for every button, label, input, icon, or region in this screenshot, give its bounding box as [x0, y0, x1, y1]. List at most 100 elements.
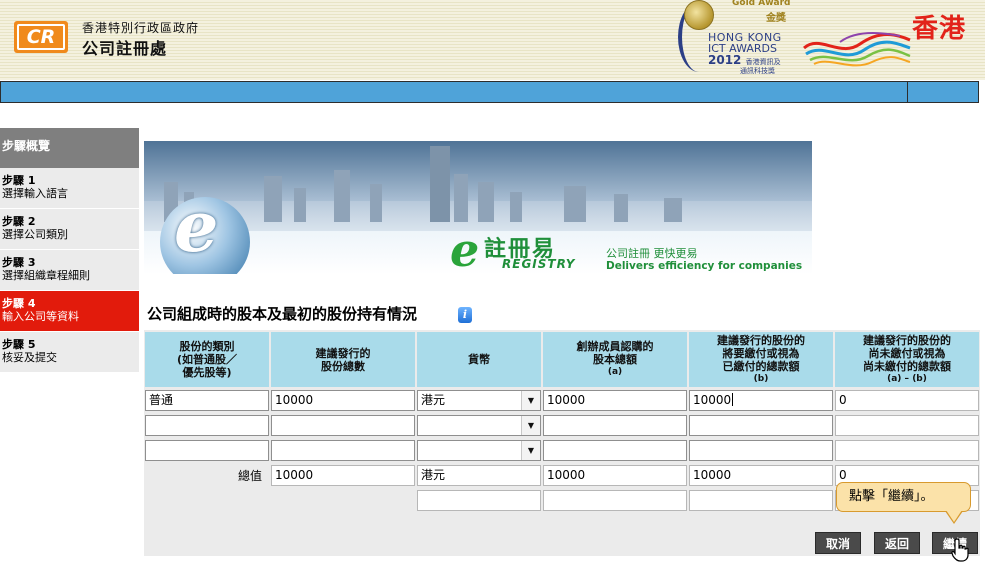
nav-bar-divider	[907, 82, 908, 102]
cr-logo: CR	[14, 21, 68, 53]
dragon-ribbon-icon	[803, 31, 911, 67]
share-class-input[interactable]	[145, 440, 269, 461]
sidebar-step-5[interactable]: 步驟 5 核妥及提交	[0, 332, 139, 373]
hint-tooltip-text: 點擊「繼續」。	[849, 489, 934, 504]
back-button[interactable]: 返回	[874, 532, 920, 554]
banner-building	[564, 186, 586, 222]
column-header-share-class: 股份的類別 (如普通股／ 優先股等)	[145, 332, 269, 387]
header-line: 尚未繳付的總款額	[863, 359, 951, 373]
banner-building	[614, 194, 628, 222]
registry-tagline-en: Delivers efficiency for companies	[606, 260, 803, 272]
extra-currency-field	[417, 490, 541, 511]
header-line: 將要繳付或視為	[722, 346, 800, 360]
header-line: 貨幣	[468, 353, 490, 366]
banner-building	[294, 188, 306, 222]
award-year: 2012	[708, 53, 742, 67]
header-line: 股本總額	[593, 353, 637, 366]
org-name-line2: 公司註冊處	[82, 39, 168, 58]
step-number: 步驟 5	[2, 338, 36, 351]
total-capital-a-sum: 10000	[543, 465, 687, 486]
header-sub: (a)	[607, 367, 623, 377]
chevron-down-icon[interactable]: ▼	[521, 391, 540, 410]
award-gold-cn: 金獎	[766, 13, 786, 24]
step-label: 選擇公司類別	[2, 228, 68, 241]
paid-amount-b-input[interactable]: 10000	[689, 390, 833, 411]
share-class-input[interactable]	[145, 415, 269, 436]
brand-hong-kong-text: 香港	[912, 14, 967, 44]
header-line: 創辦成員認購的	[576, 340, 654, 353]
header-line: 已繳付的總款額	[722, 359, 800, 373]
currency-select[interactable]: 港元 ▼	[417, 390, 541, 411]
total-shares-input[interactable]: 10000	[271, 390, 415, 411]
sidebar-step-1[interactable]: 步驟 1 選擇輸入語言	[0, 168, 139, 209]
banner-building	[334, 170, 350, 222]
step-label: 選擇輸入語言	[2, 187, 68, 200]
chevron-down-icon[interactable]: ▼	[521, 416, 540, 435]
total-capital-a-input[interactable]: 10000	[543, 390, 687, 411]
column-header-unpaid: 建議發行的股份的 尚未繳付或視為 尚未繳付的總款額 (a) – (b)	[835, 332, 979, 387]
award-year-line: 2012 香港資訊及	[708, 53, 781, 67]
step-label: 選擇組織章程細則	[2, 269, 90, 282]
registry-e-logo: e	[450, 223, 480, 274]
sidebar-step-4-active[interactable]: 步驟 4 輸入公司等資料	[0, 291, 139, 332]
header: CR 香港特別行政區政府 公司註冊處 Gold Award 金獎 HONG KO…	[0, 0, 985, 80]
info-icon[interactable]: i	[458, 307, 472, 323]
currency-select[interactable]: ▼	[417, 440, 541, 461]
award-gold-label: Gold Award	[732, 0, 791, 8]
award-year-cn: 香港資訊及	[745, 58, 781, 66]
total-shares-input[interactable]	[271, 415, 415, 436]
step-number: 步驟 3	[2, 256, 36, 269]
header-line: 優先股等)	[182, 366, 232, 379]
banner-e-letter: e	[174, 185, 219, 268]
header-sub: (a) – (b)	[887, 373, 927, 384]
total-label: 總值	[238, 469, 263, 483]
banner-building	[664, 198, 682, 222]
unpaid-amount-field	[835, 440, 979, 461]
section-title: 公司組成時的股本及最初的股份持有情況	[147, 305, 418, 323]
nav-bar	[0, 81, 979, 103]
banner-building	[370, 184, 382, 222]
extra-total-a-field	[543, 490, 687, 511]
unpaid-amount-field	[835, 415, 979, 436]
paid-amount-b-input[interactable]	[689, 440, 833, 461]
total-capital-a-input[interactable]	[543, 440, 687, 461]
total-paid-b-sum: 10000	[689, 465, 833, 486]
share-class-input[interactable]: 普通	[145, 390, 269, 411]
unpaid-amount-field: 0	[835, 390, 979, 411]
total-capital-a-input[interactable]	[543, 415, 687, 436]
org-name-line1: 香港特別行政區政府	[82, 21, 200, 35]
ict-award-logo: Gold Award 金獎 HONG KONG ICT AWARDS 2012 …	[672, 0, 794, 80]
header-sub: (b)	[753, 373, 769, 384]
page: CR 香港特別行政區政府 公司註冊處 Gold Award 金獎 HONG KO…	[0, 0, 985, 570]
paid-amount-b-input[interactable]	[689, 415, 833, 436]
award-line4: 通訊科技獎	[740, 67, 775, 75]
sidebar-step-3[interactable]: 步驟 3 選擇組織章程細則	[0, 250, 139, 291]
header-line: 建議發行的	[315, 346, 371, 360]
banner-building	[454, 174, 468, 222]
chevron-down-icon[interactable]: ▼	[521, 441, 540, 460]
currency-select[interactable]: ▼	[417, 415, 541, 436]
step-sidebar: 步驟概覽 步驟 1 選擇輸入語言 步驟 2 選擇公司類別 步驟 3 選擇組織章程…	[0, 128, 139, 373]
step-number: 步驟 2	[2, 215, 36, 228]
step-number: 步驟 1	[2, 174, 36, 187]
banner-tower	[430, 146, 450, 222]
total-shares-input[interactable]	[271, 440, 415, 461]
column-header-total-shares: 建議發行的 股份總數	[271, 332, 415, 387]
step-label: 核妥及提交	[2, 351, 57, 364]
banner-building	[478, 182, 494, 222]
brand-hong-kong-logo: 香港	[800, 4, 970, 76]
cancel-button[interactable]: 取消	[815, 532, 861, 554]
e-registry-banner: e e 註冊易 REGISTRY 公司註冊 更快更易 Delivers effi…	[144, 141, 812, 274]
header-line: 建議發行的股份的	[863, 333, 951, 347]
header-line: 股份的類別	[179, 340, 235, 353]
header-line: 建議發行的股份的	[717, 333, 805, 347]
banner-building	[264, 176, 282, 222]
step-label: 輸入公司等資料	[2, 310, 79, 323]
total-shares-sum: 10000	[271, 465, 415, 486]
cr-logo-text: CR	[17, 24, 65, 50]
extra-paid-b-field	[689, 490, 833, 511]
hand-cursor-icon	[951, 538, 969, 562]
header-line: (如普通股／	[176, 353, 238, 366]
currency-select-value: 港元	[421, 393, 446, 407]
sidebar-step-2[interactable]: 步驟 2 選擇公司類別	[0, 209, 139, 250]
